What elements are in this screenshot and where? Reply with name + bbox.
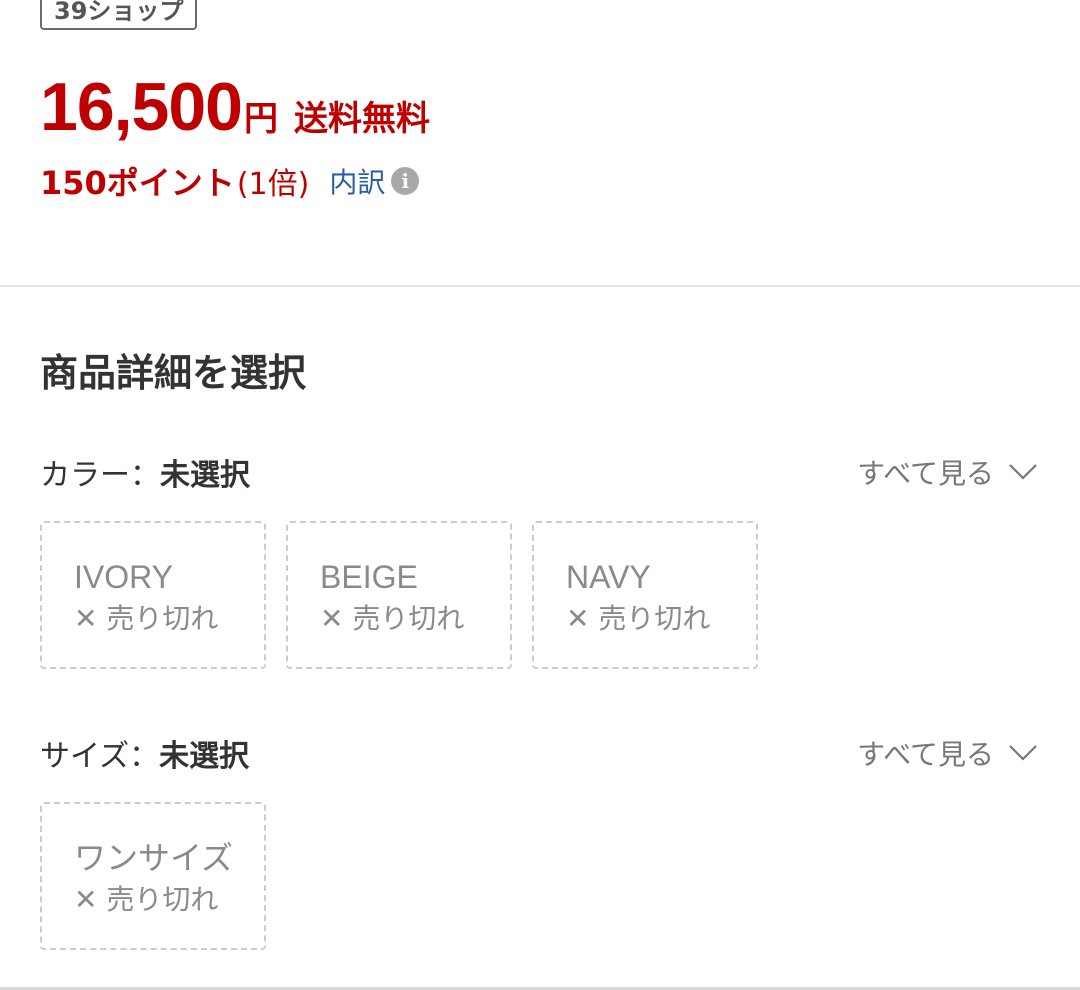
sold-out-status: ✕ 売り切れ: [74, 602, 219, 635]
shop-badge[interactable]: 39ショップ: [40, 0, 198, 30]
color-label-text: カラー：: [40, 458, 160, 493]
sold-out-status: ✕ 売り切れ: [320, 602, 465, 635]
points-amount: 150ポイント: [40, 164, 235, 202]
color-option-ivory[interactable]: IVORY ✕ 売り切れ: [40, 521, 266, 669]
size-option-one-size[interactable]: ワンサイズ ✕ 売り切れ: [40, 802, 266, 950]
price-amount: 16,500: [40, 69, 243, 145]
size-label-text: サイズ：: [40, 739, 160, 774]
see-all-label: すべて見る: [857, 738, 994, 771]
points-multiplier: (1倍): [236, 167, 310, 202]
points-row: 150ポイント (1倍) 内訳 i: [40, 158, 420, 204]
size-see-all-button[interactable]: すべて見る: [857, 733, 1038, 773]
color-label: カラー：未選択: [40, 450, 250, 494]
price-row: 16,500円 送料無料: [40, 68, 430, 146]
section-title: 商品詳細を選択: [40, 351, 307, 395]
points-breakdown-link[interactable]: 内訳: [329, 161, 385, 201]
free-shipping-label: 送料無料: [293, 99, 430, 139]
size-label: サイズ：未選択: [40, 731, 249, 775]
sold-out-status: ✕ 売り切れ: [566, 602, 711, 635]
color-option-navy[interactable]: NAVY ✕ 売り切れ: [532, 521, 758, 669]
option-name: ワンサイズ: [74, 840, 234, 876]
option-name: BEIGE: [320, 559, 418, 595]
option-name: NAVY: [566, 559, 651, 595]
color-option-beige[interactable]: BEIGE ✕ 売り切れ: [286, 521, 512, 669]
option-name: IVORY: [74, 559, 173, 595]
section-divider: [0, 285, 1080, 287]
sold-out-status: ✕ 売り切れ: [74, 883, 219, 916]
color-see-all-button[interactable]: すべて見る: [857, 452, 1038, 492]
see-all-label: すべて見る: [857, 457, 994, 490]
color-value: 未選択: [160, 458, 250, 493]
info-icon[interactable]: i: [391, 167, 420, 195]
size-value: 未選択: [159, 739, 250, 774]
chevron-down-icon: [1009, 745, 1037, 761]
price-currency: 円: [243, 99, 278, 139]
chevron-down-icon: [1009, 464, 1037, 480]
